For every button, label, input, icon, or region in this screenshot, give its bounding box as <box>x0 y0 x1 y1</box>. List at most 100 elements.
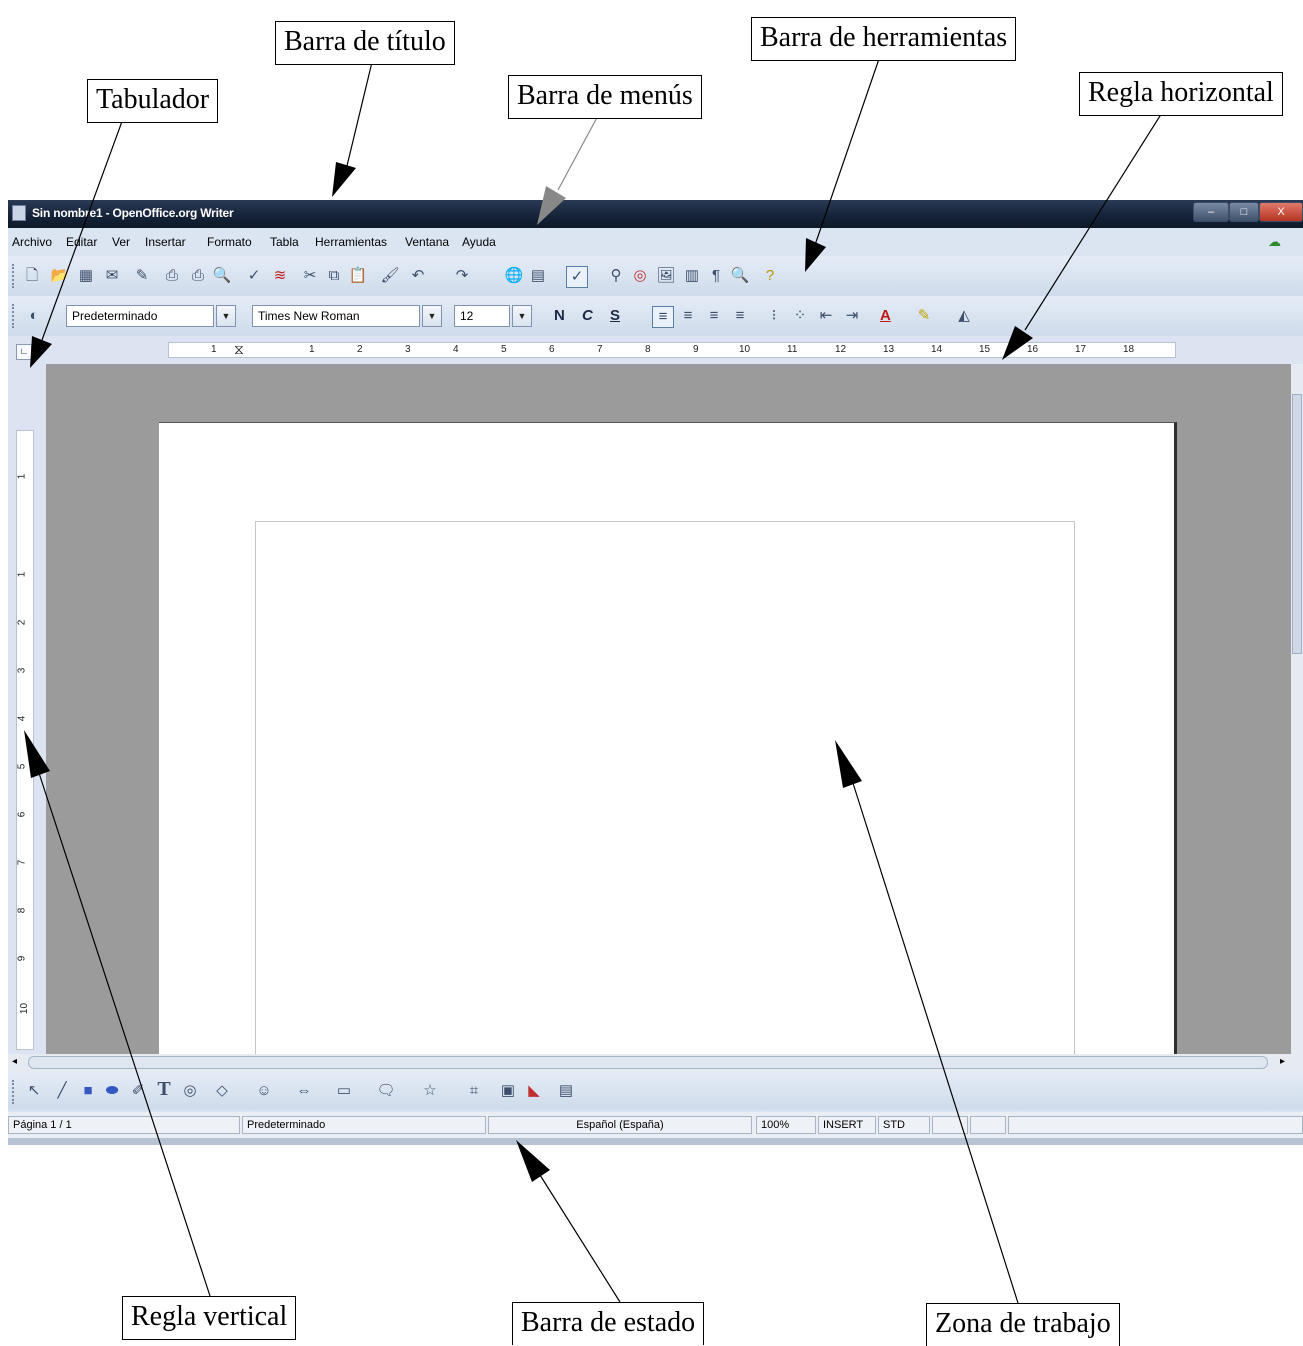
data-sources-icon[interactable]: ▥ <box>682 266 702 286</box>
insert-mode-field[interactable]: INSERT <box>818 1116 876 1134</box>
hyperlink-icon[interactable]: 🌐 <box>504 266 524 286</box>
font-name-select[interactable]: Times New Roman <box>252 305 420 327</box>
scroll-left-icon[interactable]: ◂ <box>12 1056 17 1067</box>
toolbar-grip[interactable] <box>12 1080 17 1104</box>
text-area-boundary[interactable] <box>255 521 1075 1054</box>
print-icon[interactable]: ⎙ <box>188 266 208 286</box>
decrease-indent-icon[interactable]: ⇤ <box>816 306 836 326</box>
fontwork-icon[interactable]: ◣ <box>524 1081 544 1101</box>
toolbar-grip[interactable] <box>12 264 17 288</box>
font-name-dropdown[interactable]: ▼ <box>422 305 442 327</box>
autospellcheck-icon[interactable]: ≋ <box>270 266 290 286</box>
new-document-icon[interactable]: 🗋 <box>22 266 42 286</box>
menu-ventana[interactable]: Ventana <box>405 235 449 249</box>
basic-shapes-icon[interactable]: ◇ <box>212 1081 232 1101</box>
formatting-marks-icon[interactable]: ¶ <box>706 266 726 286</box>
email-icon[interactable]: ✉ <box>102 266 122 286</box>
vertical-ruler[interactable]: 1 1 2 3 4 5 6 7 8 9 10 <box>16 430 34 1050</box>
minimize-button[interactable]: – <box>1193 202 1229 222</box>
underline-button[interactable]: S <box>610 307 620 324</box>
menu-ver[interactable]: Ver <box>112 235 130 249</box>
background-color-icon[interactable]: ◭ <box>954 306 974 326</box>
undo-icon[interactable]: ↶ <box>408 266 428 286</box>
font-size-dropdown[interactable]: ▼ <box>512 305 532 327</box>
help-icon[interactable]: ? <box>760 266 780 286</box>
block-arrows-icon[interactable]: ⇔ <box>294 1081 314 1101</box>
horizontal-scrollbar[interactable]: ◂ ▸ <box>8 1054 1303 1072</box>
callout-shapes-icon[interactable]: 🗨 <box>376 1081 396 1101</box>
line-icon[interactable]: ╱ <box>52 1081 72 1101</box>
close-button[interactable]: X <box>1259 202 1303 222</box>
align-center-icon[interactable]: ≡ <box>678 306 698 326</box>
flowchart-icon[interactable]: ▭ <box>334 1081 354 1101</box>
extrusion-icon[interactable]: ▤ <box>556 1081 576 1101</box>
points-icon[interactable]: ⌗ <box>464 1081 484 1101</box>
stars-icon[interactable]: ☆ <box>420 1081 440 1101</box>
freeform-line-icon[interactable]: ✐ <box>128 1081 148 1101</box>
menu-formato[interactable]: Formato <box>207 235 252 249</box>
spellcheck-icon[interactable]: ✓ <box>244 266 264 286</box>
font-size-select[interactable]: 12 <box>454 305 510 327</box>
numbering-icon[interactable]: ⁝ <box>764 306 784 326</box>
standard-toolbar: 🗋 📂 ▦ ✉ ✎ ⎙ ⎙ 🔍 ✓ ≋ ✂ ⧉ 📋 🖌 ↶ ↷ 🌐 ▤ ✓ ⚲ … <box>8 256 1303 296</box>
select-pointer-icon[interactable]: ↖ <box>24 1081 44 1101</box>
ellipse-icon[interactable]: ⬬ <box>102 1081 122 1101</box>
zoom-icon[interactable]: 🔍 <box>730 266 750 286</box>
from-file-icon[interactable]: ▣ <box>498 1081 518 1101</box>
export-pdf-icon[interactable]: ⎙ <box>162 266 182 286</box>
menu-ayuda[interactable]: Ayuda <box>462 235 496 249</box>
menu-insertar[interactable]: Insertar <box>145 235 186 249</box>
align-right-icon[interactable]: ≡ <box>704 306 724 326</box>
callouts-icon[interactable]: ◎ <box>180 1081 200 1101</box>
language-field[interactable]: Español (España) <box>488 1116 752 1134</box>
vertical-scrollbar[interactable] <box>1291 364 1303 1054</box>
redo-icon[interactable]: ↷ <box>452 266 472 286</box>
toolbar-grip[interactable] <box>12 304 17 328</box>
online-update-icon[interactable]: ☁ <box>1268 234 1284 249</box>
italic-button[interactable]: C <box>582 307 593 324</box>
clone-formatting-icon[interactable]: 🖌 <box>380 266 400 286</box>
zoom-field[interactable]: 100% <box>756 1116 816 1134</box>
font-color-button[interactable]: A <box>880 307 891 324</box>
draw-functions-icon[interactable]: ✓ <box>566 266 588 288</box>
text-tool-icon[interactable]: T <box>154 1079 174 1099</box>
menu-editar[interactable]: Editar <box>66 235 97 249</box>
selection-mode-field[interactable]: STD <box>878 1116 930 1134</box>
page-style-field[interactable]: Predeterminado <box>242 1116 486 1134</box>
align-left-icon[interactable]: ≡ <box>652 306 674 328</box>
menu-herramientas[interactable]: Herramientas <box>315 235 387 249</box>
menu-archivo[interactable]: Archivo <box>12 235 52 249</box>
highlighting-icon[interactable]: ✎ <box>914 306 934 326</box>
page-preview-icon[interactable]: 🔍 <box>212 266 232 286</box>
callout-tabulador: Tabulador <box>87 79 219 123</box>
open-folder-icon[interactable]: 📂 <box>50 266 70 286</box>
copy-icon[interactable]: ⧉ <box>324 266 344 286</box>
bullets-icon[interactable]: ⁘ <box>790 306 810 326</box>
edit-file-icon[interactable]: ✎ <box>132 266 152 286</box>
vertical-scroll-thumb[interactable] <box>1292 394 1302 654</box>
tab-stop-selector[interactable]: ∟ <box>16 344 32 360</box>
symbol-shapes-icon[interactable]: ☺ <box>254 1081 274 1101</box>
scroll-right-icon[interactable]: ▸ <box>1280 1056 1285 1067</box>
horizontal-ruler[interactable]: 1 ⧖ 1 2 3 4 5 6 7 8 9 10 11 12 13 14 15 … <box>168 341 1176 358</box>
rectangle-icon[interactable]: ■ <box>78 1081 98 1101</box>
maximize-button[interactable]: □ <box>1229 202 1259 222</box>
save-icon[interactable]: ▦ <box>76 266 96 286</box>
paragraph-style-select[interactable]: Predeterminado <box>66 305 214 327</box>
paragraph-style-dropdown[interactable]: ▼ <box>216 305 236 327</box>
paste-icon[interactable]: 📋 <box>348 266 368 286</box>
find-replace-icon[interactable]: ⚲ <box>606 266 626 286</box>
page-number-field[interactable]: Página 1 / 1 <box>8 1116 240 1134</box>
table-icon[interactable]: ▤ <box>528 266 548 286</box>
justify-icon[interactable]: ≡ <box>730 306 750 326</box>
menu-tabla[interactable]: Tabla <box>270 235 299 249</box>
cut-icon[interactable]: ✂ <box>300 266 320 286</box>
bold-button[interactable]: N <box>554 307 565 324</box>
indent-marker-icon[interactable]: ⧖ <box>234 341 244 358</box>
navigator-icon[interactable]: ◎ <box>630 266 650 286</box>
styles-formatting-icon[interactable]: ◐ <box>24 306 44 326</box>
document-page[interactable] <box>159 422 1177 1054</box>
horizontal-scroll-thumb[interactable] <box>28 1056 1268 1069</box>
increase-indent-icon[interactable]: ⇥ <box>842 306 862 326</box>
gallery-icon[interactable]: 🖼 <box>656 266 676 286</box>
